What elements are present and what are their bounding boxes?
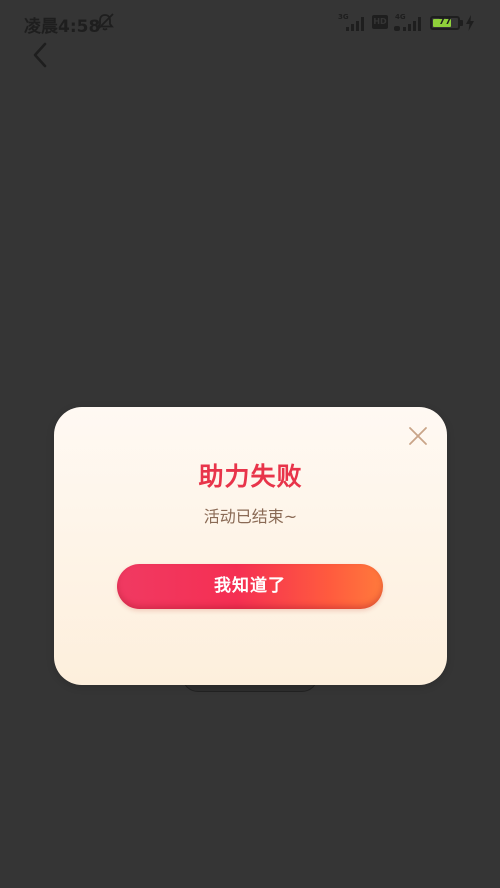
signal-3g-label: 3G bbox=[338, 13, 349, 21]
back-arrow-icon[interactable] bbox=[28, 40, 54, 70]
signal-4g-icon: 4G bbox=[394, 13, 421, 31]
battery-tip bbox=[460, 20, 463, 26]
status-bar: 凌晨4:58 3G HD 4G 77 bbox=[0, 0, 500, 44]
dialog-message: 活动已结束~ bbox=[203, 507, 298, 526]
status-time: 凌晨4:58 bbox=[24, 17, 101, 37]
notification-muted-icon bbox=[96, 13, 114, 31]
hd-badge: HD bbox=[372, 15, 388, 29]
battery-percent: 77 bbox=[438, 17, 452, 27]
close-icon[interactable] bbox=[407, 425, 429, 447]
dialog-title: 助力失败 bbox=[198, 462, 303, 491]
result-dialog: 助力失败 活动已结束~ 我知道了 bbox=[54, 407, 447, 685]
charging-bolt-icon bbox=[466, 15, 474, 31]
battery-icon: 77 bbox=[430, 16, 460, 30]
signal-3g-icon: 3G bbox=[338, 13, 364, 31]
confirm-button[interactable]: 我知道了 bbox=[117, 564, 383, 609]
signal-4g-label: 4G bbox=[395, 13, 406, 21]
